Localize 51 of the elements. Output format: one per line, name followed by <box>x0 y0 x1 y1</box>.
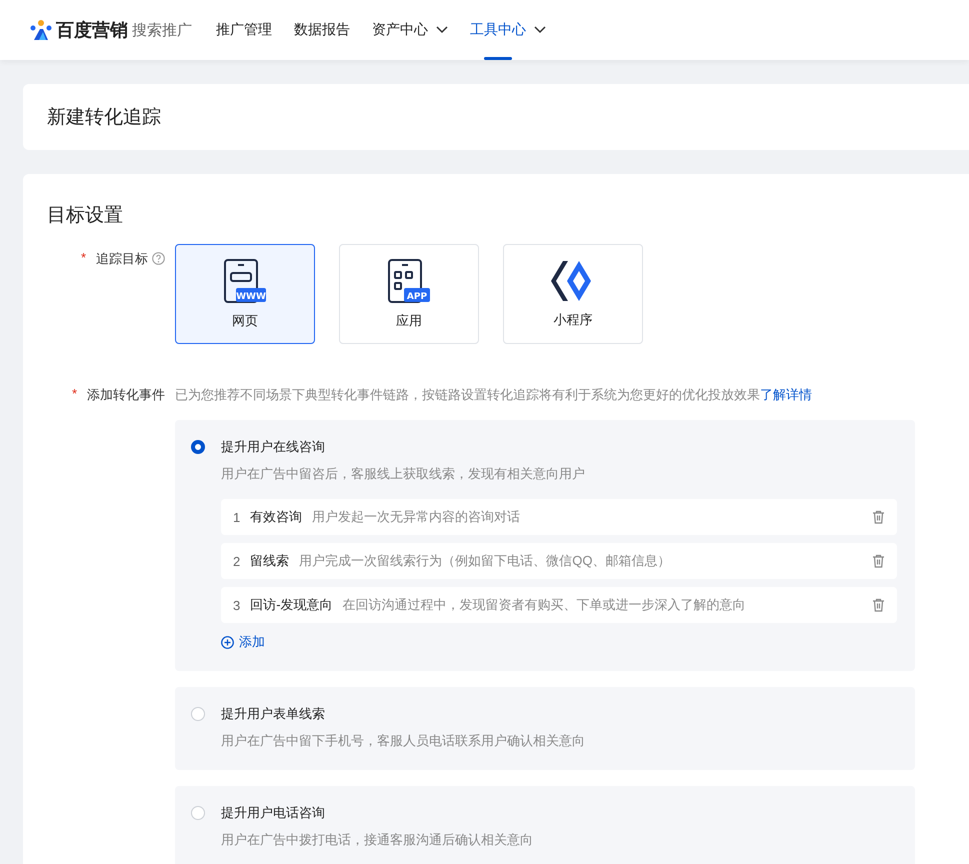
step-name: 有效咨询 <box>250 508 302 526</box>
step-description: 在回访沟通过程中，发现留资者有购买、下单或进一步深入了解的意向 <box>342 596 747 614</box>
nav-label: 推广管理 <box>216 21 272 39</box>
hint-text: 已为您推荐不同场景下典型转化事件链路，按链路设置转化追踪将有利于系统为您更好的优化投放效果 <box>175 387 760 402</box>
scenario-description: 用户在广告中留咨后，客服线上获取线索，发现有相关意向用户 <box>221 465 586 483</box>
nav-label: 工具中心 <box>470 21 526 39</box>
section-title: 目标设置 <box>47 204 124 228</box>
step-name: 回访-发现意向 <box>250 596 333 614</box>
step-name: 留线索 <box>250 552 290 570</box>
scenario-title: 提升用户表单线索 <box>221 705 326 723</box>
target-option[interactable]: WWW 网页 <box>175 244 315 344</box>
option-label: 小程序 <box>554 311 592 329</box>
step-number: 3 <box>233 598 240 612</box>
add-button[interactable]: 添加 <box>221 633 265 651</box>
delete-icon[interactable] <box>872 510 885 524</box>
step-description: 用户完成一次留线索行为（例如留下电话、微信QQ、邮箱信息） <box>299 552 672 570</box>
scenario-title: 提升用户在线咨询 <box>221 438 326 456</box>
radio-button[interactable] <box>191 440 205 454</box>
scenario-description: 用户在广告中拨打电话，接通客服沟通后确认相关意向 <box>221 831 534 849</box>
scenario-card[interactable]: 提升用户在线咨询 用户在广告中留咨后，客服线上获取线索，发现有相关意向用户 1 有效咨询 用户发起一次无异常内容的咨询对话 2 留线索 用户完成一次留线索行为（例如留下电话、微信QQ、邮箱信息） 3 回访-发现意向 在回访沟通过程中，发现留资者有购买、下单或进一步深入了解的意向 添加 <box>175 420 915 671</box>
field-label: 追踪目标 <box>96 250 148 268</box>
logo-icon <box>30 19 52 41</box>
required-mark: * <box>72 386 77 401</box>
active-underline <box>484 57 512 60</box>
nav-tab[interactable]: 推广管理 <box>216 0 272 60</box>
scenario-title: 提升用户电话咨询 <box>221 804 326 822</box>
help-icon[interactable] <box>152 252 165 265</box>
nav-label: 资产中心 <box>372 21 428 39</box>
option-label: 应用 <box>396 312 422 330</box>
option-label: 网页 <box>232 312 258 330</box>
nav-tab[interactable]: 资产中心 <box>372 0 448 60</box>
plus-circle-icon <box>221 636 234 648</box>
field-label: 添加转化事件 <box>87 386 165 404</box>
scenario-card[interactable]: 提升用户电话咨询 用户在广告中拨打电话，接通客服沟通后确认相关意向 <box>175 786 915 864</box>
step-description: 用户发起一次无异常内容的咨询对话 <box>312 508 522 526</box>
step-number: 2 <box>233 554 240 568</box>
product-name: 搜索推广 <box>132 20 192 40</box>
page-title: 新建转化追踪 <box>47 106 162 130</box>
learn-more-link[interactable]: 了解详情 <box>760 387 812 402</box>
target-option[interactable]: 小程序 <box>503 244 643 344</box>
step-number: 1 <box>233 510 240 524</box>
scenario-description: 用户在广告中留下手机号，客服人员电话联系用户确认相关意向 <box>221 732 586 750</box>
delete-icon[interactable] <box>872 554 885 568</box>
scenario-card[interactable]: 提升用户表单线索 用户在广告中留下手机号，客服人员电话联系用户确认相关意向 <box>175 687 915 770</box>
nav-tab[interactable]: 数据报告 <box>294 0 350 60</box>
nav-label: 数据报告 <box>294 21 350 39</box>
required-mark: * <box>80 250 86 265</box>
nav-tab[interactable]: 工具中心 <box>470 0 546 60</box>
target-option[interactable]: APP 应用 <box>339 244 479 344</box>
delete-icon[interactable] <box>872 598 885 612</box>
brand-name: 百度营销 <box>56 19 128 42</box>
